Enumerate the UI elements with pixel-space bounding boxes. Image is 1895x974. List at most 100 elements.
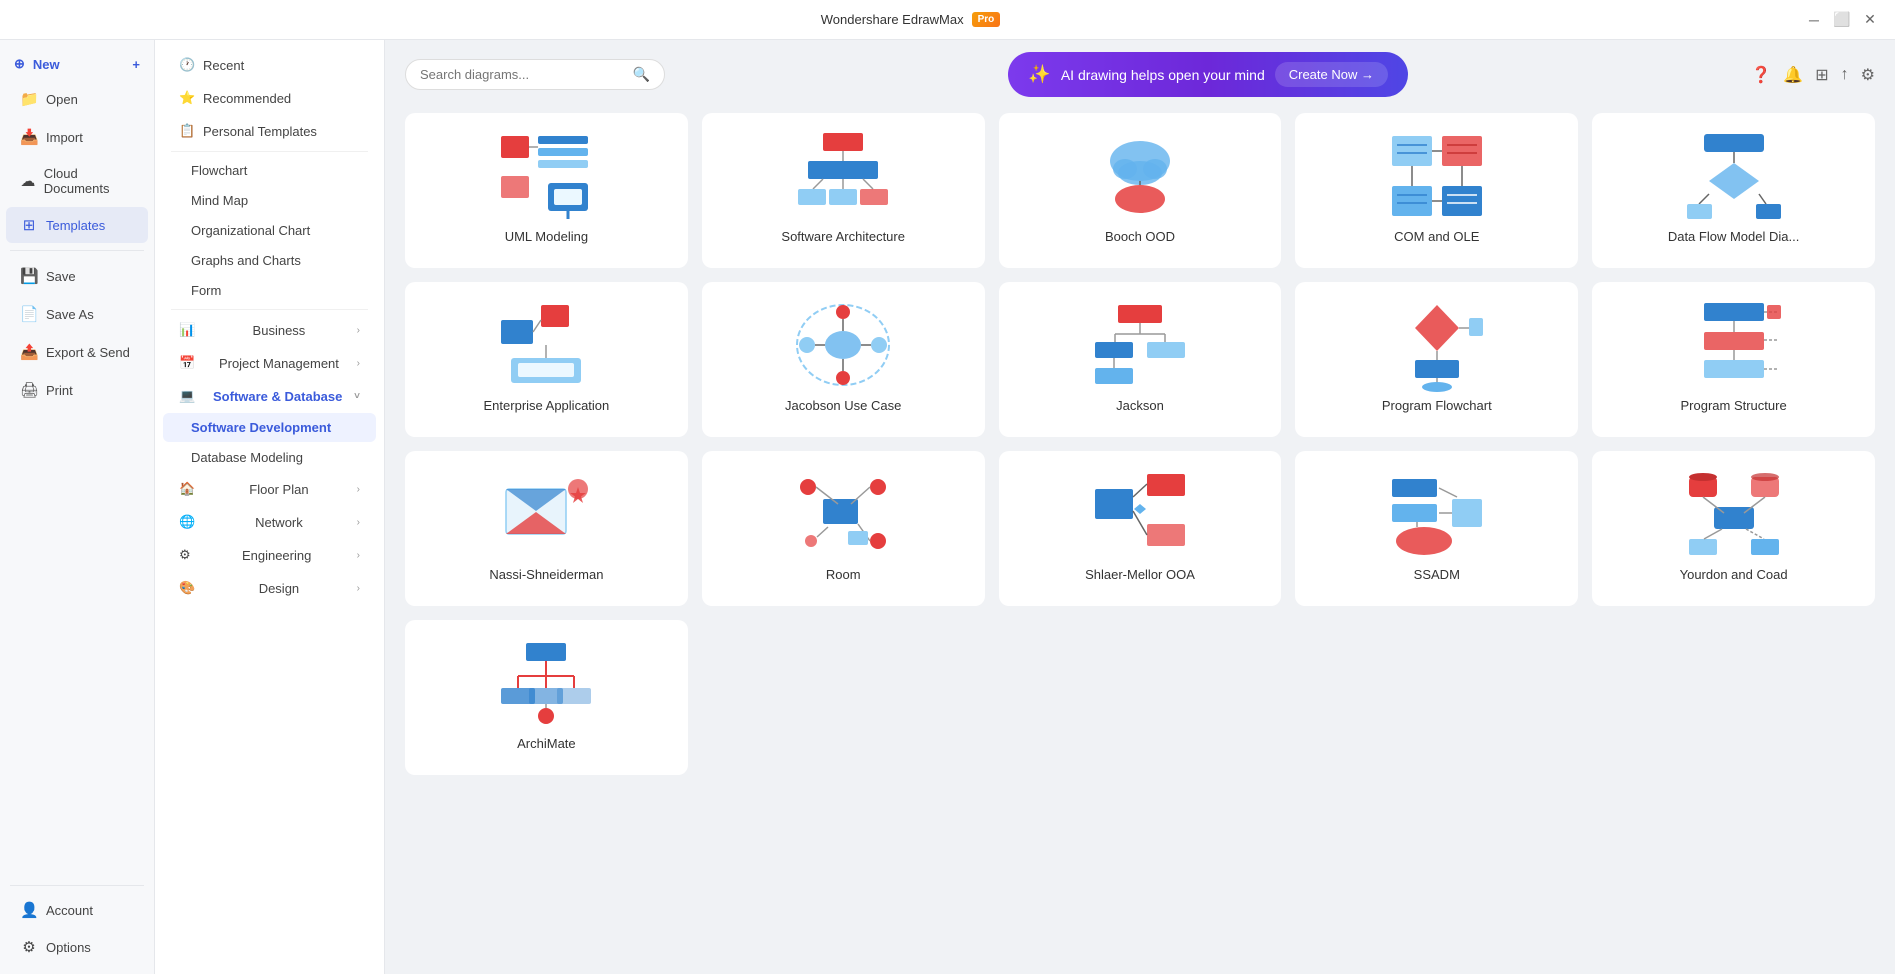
- sidebar-item-import[interactable]: 📥 Import: [6, 119, 148, 155]
- options-label: Options: [46, 940, 91, 955]
- template-label-progstruct: Program Structure: [1680, 398, 1786, 413]
- template-label-jacobson: Jacobson Use Case: [785, 398, 901, 413]
- template-uml-modeling[interactable]: UML Modeling: [405, 113, 688, 268]
- sidebar-item-save-as[interactable]: 📄 Save As: [6, 296, 148, 332]
- template-data-flow[interactable]: Data Flow Model Dia...: [1592, 113, 1875, 268]
- nav-design-icon: 🎨: [179, 580, 195, 596]
- nav-sub-software-dev[interactable]: Software Development: [163, 413, 376, 442]
- settings-icon[interactable]: ⚙: [1861, 65, 1875, 85]
- template-enterprise[interactable]: Enterprise Application: [405, 282, 688, 437]
- nav-item-personal[interactable]: 📋 Personal Templates: [163, 115, 376, 147]
- templates-grid: UML Modeling: [385, 109, 1895, 974]
- nav-software-label: Software & Database: [213, 389, 342, 404]
- print-label: Print: [46, 383, 73, 398]
- sidebar-item-cloud[interactable]: ☁ Cloud Documents: [6, 157, 148, 205]
- templates-icon: ⊞: [20, 216, 38, 234]
- template-label-room: Room: [826, 567, 861, 582]
- template-label-nassi: Nassi-Shneiderman: [489, 567, 603, 582]
- template-jackson[interactable]: Jackson: [999, 282, 1282, 437]
- search-bar[interactable]: 🔍: [405, 59, 665, 90]
- network-chevron-icon: ›: [357, 517, 360, 528]
- new-label: New: [33, 57, 60, 72]
- titlebar-center: Wondershare EdrawMax Pro: [821, 12, 1001, 27]
- nav-group-project[interactable]: 📅 Project Management ›: [163, 347, 376, 379]
- template-yourdon[interactable]: Yourdon and Coad: [1592, 451, 1875, 606]
- nav-group-network[interactable]: 🌐 Network ›: [163, 506, 376, 538]
- sidebar-item-templates[interactable]: ⊞ Templates: [6, 207, 148, 243]
- template-prog-structure[interactable]: Program Structure: [1592, 282, 1875, 437]
- minimize-button[interactable]: ─: [1805, 12, 1823, 28]
- sidebar-item-print[interactable]: 🖨 Print: [6, 372, 148, 408]
- engineering-chevron-icon: ›: [357, 550, 360, 561]
- sidebar-item-account[interactable]: 👤 Account: [6, 892, 148, 928]
- template-nassi[interactable]: Nassi-Shneiderman: [405, 451, 688, 606]
- nav-group-software[interactable]: 💻 Software & Database ˅: [163, 380, 376, 412]
- new-button[interactable]: ⊕ New +: [0, 48, 154, 80]
- template-icon-progflow: [1387, 300, 1487, 390]
- template-shlaer[interactable]: Shlaer-Mellor OOA: [999, 451, 1282, 606]
- template-room[interactable]: Room: [702, 451, 985, 606]
- nav-sub-db-modeling[interactable]: Database Modeling: [163, 443, 376, 472]
- app-name: Wondershare EdrawMax: [821, 12, 964, 27]
- sidebar-item-open[interactable]: 📁 Open: [6, 81, 148, 117]
- open-label: Open: [46, 92, 78, 107]
- notification-icon[interactable]: 🔔: [1783, 65, 1803, 85]
- nav-group-design[interactable]: 🎨 Design ›: [163, 572, 376, 604]
- nav-group-engineering[interactable]: ⚙ Engineering ›: [163, 539, 376, 571]
- app-body: ⊕ New + 📁 Open 📥 Import ☁ Cloud Document…: [0, 40, 1895, 974]
- sidebar-item-save[interactable]: 💾 Save: [6, 258, 148, 294]
- template-label-archimate: ArchiMate: [517, 736, 576, 751]
- template-label-dataflow: Data Flow Model Dia...: [1668, 229, 1800, 244]
- template-prog-flowchart[interactable]: Program Flowchart: [1295, 282, 1578, 437]
- ai-banner[interactable]: ✨ AI drawing helps open your mind Create…: [1008, 52, 1408, 97]
- template-icon-arch: [793, 131, 893, 221]
- nav-sub-graphs[interactable]: Graphs and Charts: [163, 246, 376, 275]
- folder-icon: 📁: [20, 90, 38, 108]
- grid-view-icon[interactable]: ⊞: [1815, 65, 1828, 85]
- ai-create-button[interactable]: Create Now →: [1275, 62, 1388, 87]
- floor-chevron-icon: ›: [357, 484, 360, 495]
- nav-business-icon: 📊: [179, 322, 195, 338]
- template-label-shlaer: Shlaer-Mellor OOA: [1085, 567, 1195, 582]
- search-input[interactable]: [420, 67, 625, 82]
- nav-sub-orgchart[interactable]: Organizational Chart: [163, 216, 376, 245]
- software-chevron-icon: ˅: [354, 391, 360, 402]
- cloud-icon: ☁: [20, 172, 36, 190]
- save-as-label: Save As: [46, 307, 94, 322]
- account-label: Account: [46, 903, 93, 918]
- nav-sub-mindmap[interactable]: Mind Map: [163, 186, 376, 215]
- nav-group-floor[interactable]: 🏠 Floor Plan ›: [163, 473, 376, 505]
- close-button[interactable]: ✕: [1861, 11, 1879, 28]
- print-icon: 🖨: [20, 381, 38, 399]
- nav-divider-2: [171, 309, 368, 310]
- nav-floor-label: Floor Plan: [249, 482, 308, 497]
- nav-floor-icon: 🏠: [179, 481, 195, 497]
- template-ssadm[interactable]: SSADM: [1295, 451, 1578, 606]
- template-icon-jackson: [1090, 300, 1190, 390]
- sidebar-item-options[interactable]: ⚙ Options: [6, 929, 148, 965]
- template-com-ole[interactable]: COM and OLE: [1295, 113, 1578, 268]
- maximize-button[interactable]: ⬜: [1833, 11, 1851, 28]
- template-label-enterprise: Enterprise Application: [484, 398, 610, 413]
- template-icon-archimate: [496, 638, 596, 728]
- nav-sub-form[interactable]: Form: [163, 276, 376, 305]
- help-icon[interactable]: ❓: [1751, 65, 1771, 85]
- nav-item-recommended[interactable]: ⭐ Recommended: [163, 82, 376, 114]
- template-jacobson[interactable]: Jacobson Use Case: [702, 282, 985, 437]
- template-label-yourdon: Yourdon and Coad: [1680, 567, 1788, 582]
- template-label-com: COM and OLE: [1394, 229, 1479, 244]
- nav-engineering-label: Engineering: [242, 548, 311, 563]
- template-booch-ood[interactable]: Booch OOD: [999, 113, 1282, 268]
- template-icon-progstruct: [1684, 300, 1784, 390]
- nav-group-business[interactable]: 📊 Business ›: [163, 314, 376, 346]
- share-icon[interactable]: ↑: [1841, 66, 1849, 84]
- nav-item-recent[interactable]: 🕐 Recent: [163, 49, 376, 81]
- pro-badge: Pro: [972, 12, 1001, 27]
- template-label-progflow: Program Flowchart: [1382, 398, 1492, 413]
- nav-sub-flowchart[interactable]: Flowchart: [163, 156, 376, 185]
- sidebar: ⊕ New + 📁 Open 📥 Import ☁ Cloud Document…: [0, 40, 155, 974]
- template-archimate[interactable]: ArchiMate: [405, 620, 688, 775]
- template-software-arch[interactable]: Software Architecture: [702, 113, 985, 268]
- sidebar-item-export[interactable]: 📤 Export & Send: [6, 334, 148, 370]
- nav-engineering-icon: ⚙: [179, 547, 191, 563]
